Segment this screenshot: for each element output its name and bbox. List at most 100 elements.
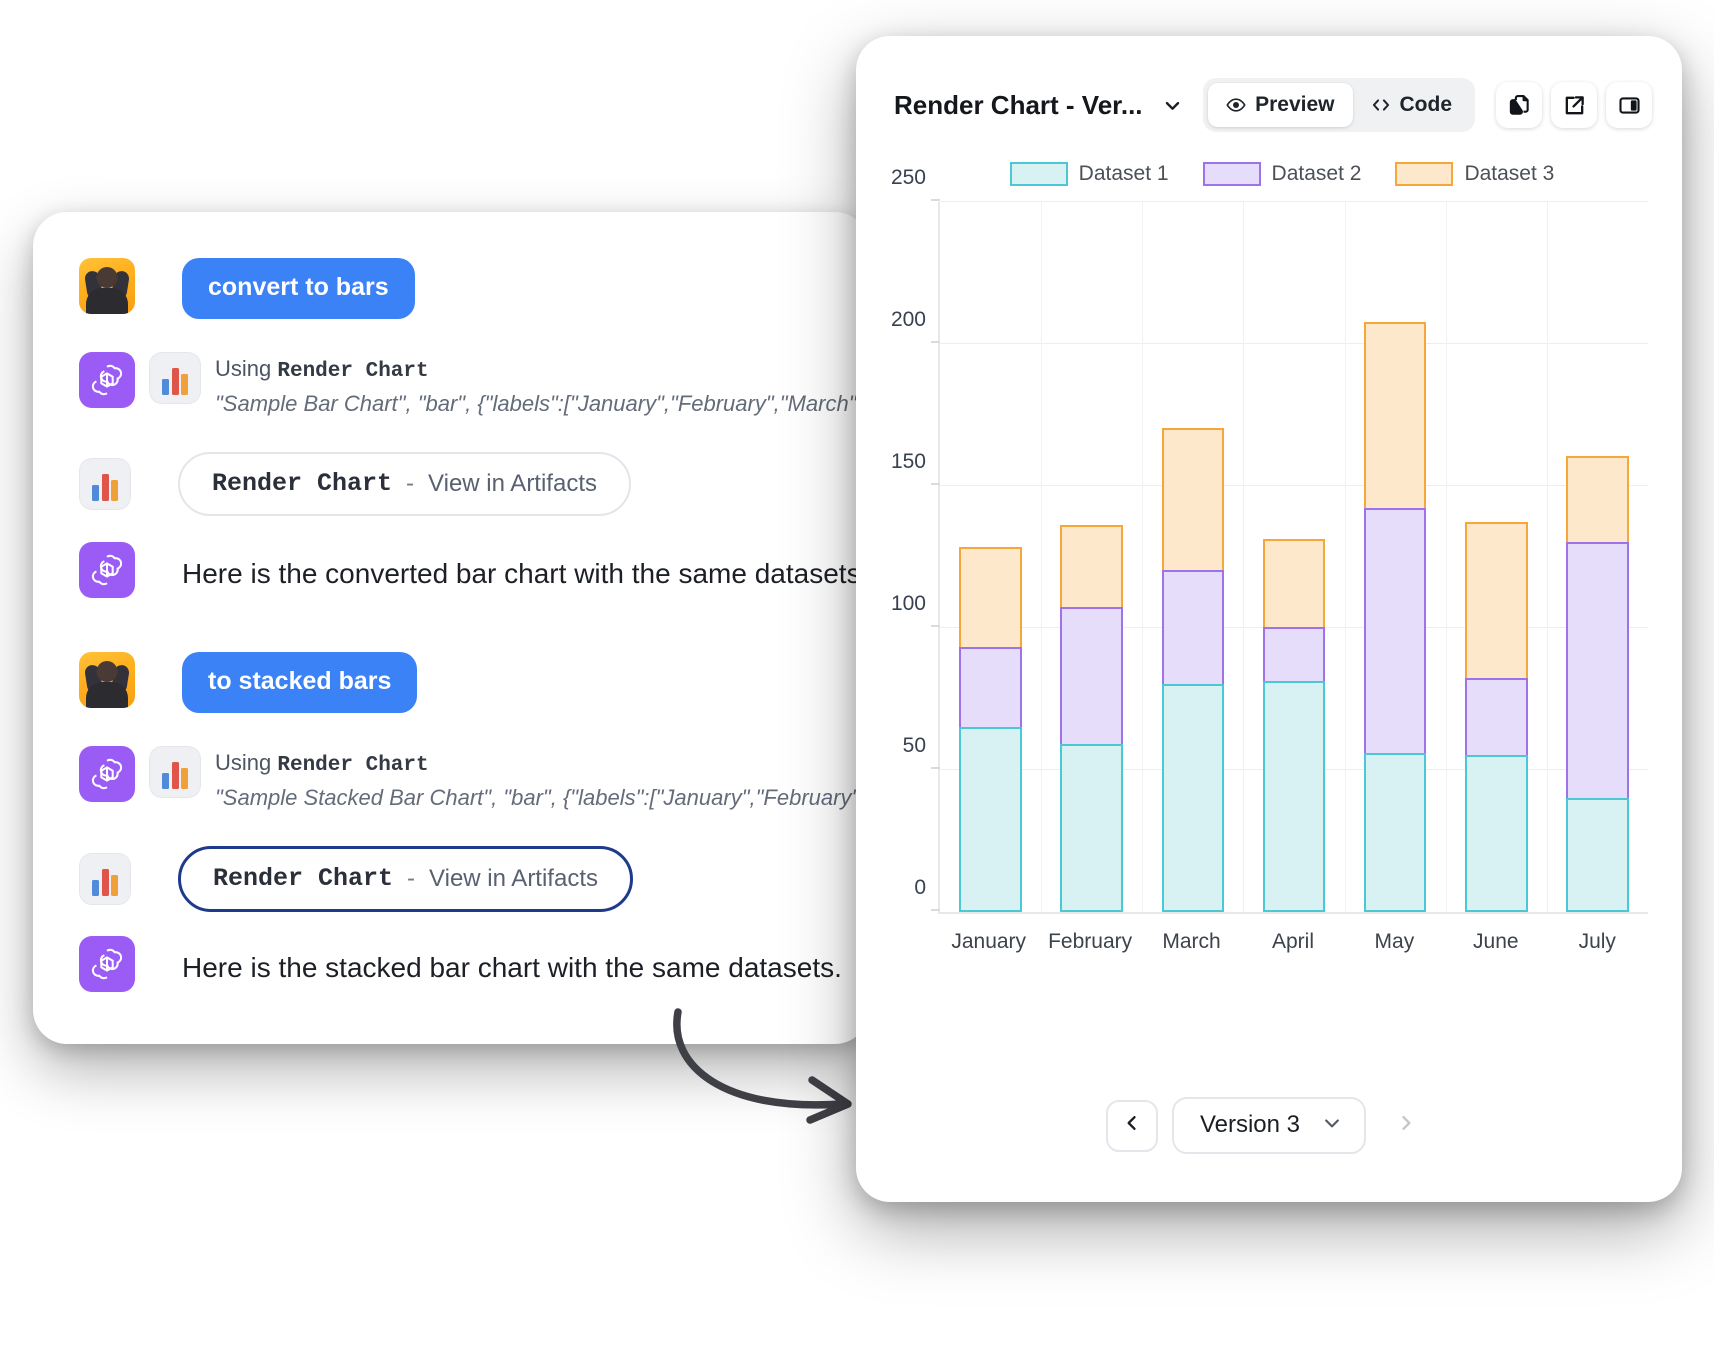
chart-bar-segment[interactable] xyxy=(1262,627,1326,682)
chevron-down-icon xyxy=(1322,1113,1342,1138)
chart-bar-segment[interactable] xyxy=(1060,524,1124,608)
chart-x-tick-label: April xyxy=(1271,930,1314,953)
chevron-left-icon xyxy=(1122,1113,1142,1138)
tool-args: "Sample Bar Chart", "bar", {"labels":["J… xyxy=(215,390,869,416)
legend-item-dataset-1[interactable]: Dataset 1 xyxy=(1009,162,1169,186)
chart-bar-stack xyxy=(1363,322,1427,912)
version-select[interactable]: Version 3 xyxy=(1171,1097,1367,1154)
tool-args: "Sample Stacked Bar Chart", "bar", {"lab… xyxy=(215,784,869,810)
chart-x-tick-label: July xyxy=(1578,930,1616,953)
previous-version-button[interactable] xyxy=(1105,1099,1158,1152)
chart-bar-stack xyxy=(1161,427,1225,912)
chevron-right-icon xyxy=(1396,1113,1416,1138)
chat-message-artifact-1: Render Chart - View in Artifacts xyxy=(79,452,631,516)
chart-bar-stack xyxy=(1566,456,1629,912)
chart-container: Dataset 1 Dataset 2 Dataset 3 0 50 100 150 2… xyxy=(856,132,1682,954)
chart-bar-segment[interactable] xyxy=(1161,427,1225,571)
chart-legend: Dataset 1 Dataset 2 Dataset 3 xyxy=(886,162,1648,186)
artifact-action-label: View in Artifacts xyxy=(429,864,598,892)
chat-message-user-1: convert to bars xyxy=(79,258,415,319)
chart-bar-segment[interactable] xyxy=(1161,570,1225,685)
artifact-name: Render Chart xyxy=(212,469,393,498)
chart-y-tick-mark xyxy=(931,625,940,627)
artifact-name: Render Chart xyxy=(213,864,394,893)
tab-code[interactable]: Code xyxy=(1353,83,1471,127)
chart-bar-segment[interactable] xyxy=(959,647,1022,727)
chart-bar-segment[interactable] xyxy=(1566,456,1629,542)
chart-bar-segment[interactable] xyxy=(1566,541,1629,799)
chart-bar-segment[interactable] xyxy=(1262,681,1326,912)
chart-bar-segment[interactable] xyxy=(959,726,1022,912)
chart-bar-segment[interactable] xyxy=(1566,798,1629,912)
chevron-down-icon[interactable] xyxy=(1159,91,1187,119)
chart-plot-area: 0 50 100 150 200 250 xyxy=(891,166,1648,914)
chart-x-tick-label: May xyxy=(1374,930,1415,953)
bar-chart-icon xyxy=(79,458,131,510)
chart-bar-segment[interactable] xyxy=(1363,507,1427,753)
chart-bar-stack xyxy=(959,547,1022,912)
assistant-message-text: Here is the stacked bar chart with the s… xyxy=(182,952,842,984)
artifact-link-render-chart-1[interactable]: Render Chart - View in Artifacts xyxy=(178,452,631,516)
chart-bar-segment[interactable] xyxy=(959,547,1022,648)
side-panel-icon[interactable] xyxy=(1606,82,1652,128)
chart-bar-stack xyxy=(1464,521,1528,912)
artifact-dash: - xyxy=(407,864,416,892)
copy-icon[interactable] xyxy=(1496,82,1542,128)
artifact-header: Render Chart - Ver... Preview Code xyxy=(856,36,1682,132)
version-navigation: Version 3 xyxy=(856,1097,1682,1202)
chart-bar-segment[interactable] xyxy=(1161,684,1225,912)
chat-message-assistant-2: Here is the stacked bar chart with the s… xyxy=(79,936,842,992)
chat-panel: convert to bars Using Render Chart "Samp… xyxy=(33,212,869,1044)
chart-y-tick-label: 0 xyxy=(914,876,926,899)
chart-bar-segment[interactable] xyxy=(1060,743,1124,912)
tool-call-block: Using Render Chart "Sample Stacked Bar C… xyxy=(215,746,869,813)
bar-chart-icon xyxy=(149,352,201,404)
chart-bar-group xyxy=(1446,202,1547,912)
next-version-button[interactable] xyxy=(1380,1099,1433,1152)
tab-preview[interactable]: Preview xyxy=(1208,83,1353,127)
chart-x-axis-labels: January February March April May June July xyxy=(938,930,1648,954)
legend-label: Dataset 1 xyxy=(1078,162,1169,185)
tab-preview-label: Preview xyxy=(1255,93,1335,116)
chart-bar-segment[interactable] xyxy=(1262,538,1326,628)
legend-swatch xyxy=(1395,162,1454,186)
chart-x-tick-label: March xyxy=(1162,930,1221,953)
artifact-dash: - xyxy=(406,469,415,497)
chart-y-tick-mark xyxy=(931,341,940,343)
chat-message-tool-2: Using Render Chart "Sample Stacked Bar C… xyxy=(79,746,869,813)
tool-name: Render Chart xyxy=(277,360,429,383)
artifact-title: Render Chart - Ver... xyxy=(894,89,1143,120)
user-avatar xyxy=(79,258,135,314)
legend-swatch xyxy=(1202,162,1261,186)
chart-y-tick-mark xyxy=(931,909,940,911)
chat-message-assistant-1: Here is the converted bar chart with the… xyxy=(79,542,868,598)
chart-y-tick-label: 100 xyxy=(890,592,926,615)
user-message-bubble: to stacked bars xyxy=(182,652,418,713)
chart-y-tick-label: 50 xyxy=(902,734,926,757)
tab-code-label: Code xyxy=(1399,93,1453,116)
view-mode-switch: Preview Code xyxy=(1203,78,1475,132)
legend-item-dataset-2[interactable]: Dataset 2 xyxy=(1202,162,1361,186)
chart-bars xyxy=(940,202,1648,912)
artifact-link-render-chart-2[interactable]: Render Chart - View in Artifacts xyxy=(178,846,633,912)
chart-bar-segment[interactable] xyxy=(1464,521,1528,679)
tool-using-line: Using Render Chart xyxy=(215,354,869,386)
chart-bar-segment[interactable] xyxy=(1464,678,1528,756)
legend-item-dataset-3[interactable]: Dataset 3 xyxy=(1395,162,1554,186)
chat-message-user-2: to stacked bars xyxy=(79,652,418,713)
external-link-icon[interactable] xyxy=(1551,82,1597,128)
assistant-message-text: Here is the converted bar chart with the… xyxy=(182,558,869,590)
tool-call-block: Using Render Chart "Sample Bar Chart", "… xyxy=(215,352,869,419)
openai-logo-icon xyxy=(79,746,135,802)
chart-bar-segment[interactable] xyxy=(1363,752,1427,912)
chart-bar-segment[interactable] xyxy=(1464,755,1528,912)
screenshot-root: convert to bars Using Render Chart "Samp… xyxy=(0,0,1714,1369)
user-avatar xyxy=(79,652,135,708)
chart-bar-stack xyxy=(1060,524,1124,912)
using-prefix: Using xyxy=(215,356,272,381)
chart-bar-group xyxy=(940,202,1041,912)
chart-bar-segment[interactable] xyxy=(1363,322,1427,508)
version-label: Version 3 xyxy=(1199,1111,1301,1138)
chat-message-artifact-2: Render Chart - View in Artifacts xyxy=(79,846,633,912)
chart-bar-segment[interactable] xyxy=(1060,607,1124,744)
